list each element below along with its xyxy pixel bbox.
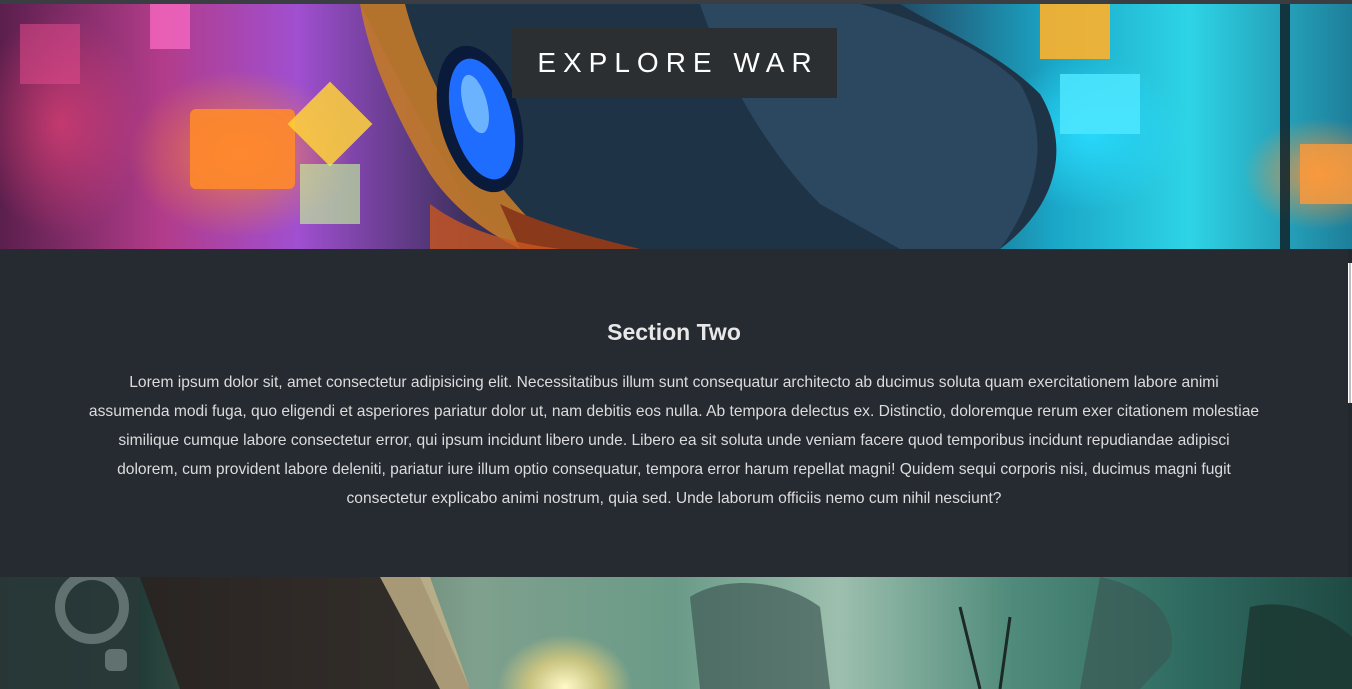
- section-body-text: Lorem ipsum dolor sit, amet consectetur …: [88, 374, 1260, 507]
- scrollbar-thumb[interactable]: [1349, 263, 1351, 403]
- section-title: Section Two: [607, 319, 741, 345]
- explore-banner: EXPLORE WAR: [512, 28, 837, 98]
- window-top-border: [0, 0, 1352, 4]
- hero-illustration-forest: [0, 577, 1352, 689]
- explore-banner-text: EXPLORE WAR: [537, 47, 819, 78]
- section-two: Section Two Lorem ipsum dolor sit, amet …: [0, 249, 1348, 577]
- hero-image-neon-city: EXPLORE WAR: [0, 4, 1352, 249]
- hero-image-forest: [0, 577, 1352, 689]
